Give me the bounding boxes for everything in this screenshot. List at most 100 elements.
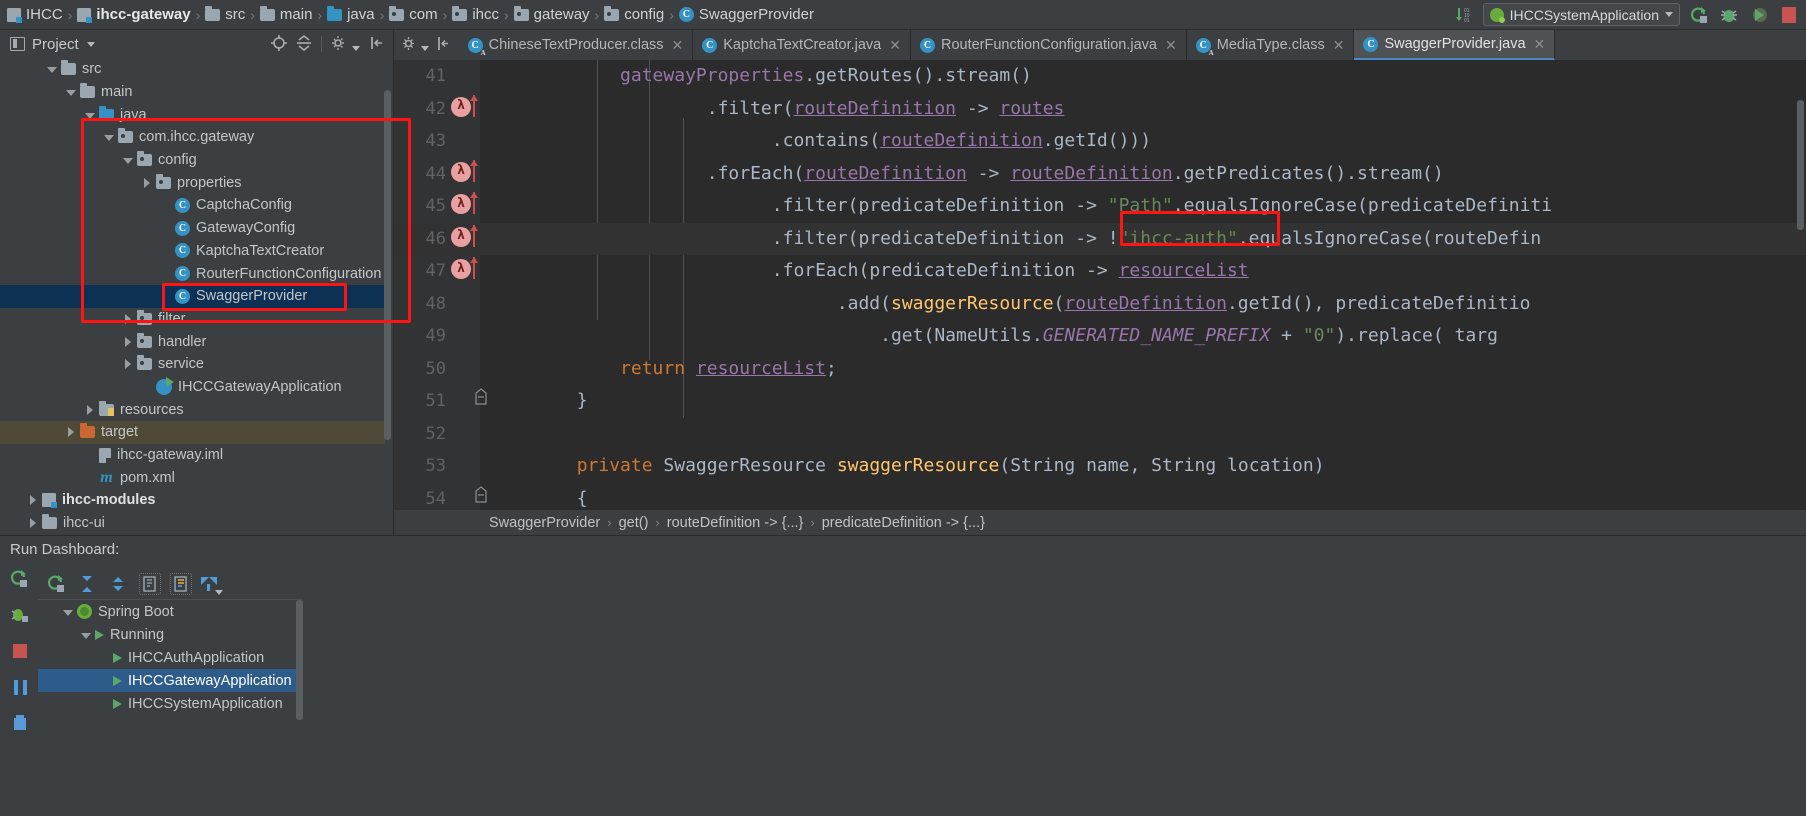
editor-breadcrumb-item[interactable]: routeDefinition -> {...}: [667, 515, 804, 531]
close-icon[interactable]: ✕: [889, 37, 901, 54]
stop-icon[interactable]: [9, 640, 31, 662]
hide-icon[interactable]: [436, 36, 451, 54]
editor-breadcrumb-item[interactable]: predicateDefinition -> {...}: [822, 515, 985, 531]
stop-icon[interactable]: [1778, 4, 1800, 26]
code-fold-icon[interactable]: [474, 483, 490, 503]
breadcrumb-item-config[interactable]: config: [601, 0, 667, 30]
code-line[interactable]: 53 private SwaggerResource swaggerResour…: [394, 450, 1806, 483]
code-line[interactable]: 42 λ .filter(routeDefinition -> routes: [394, 93, 1806, 126]
chevron-right-icon[interactable]: [122, 358, 134, 370]
run-dashboard-node-spring-boot[interactable]: Spring Boot: [38, 600, 303, 623]
tree-node-kaptchatextcreator[interactable]: C KaptchaTextCreator: [0, 240, 385, 263]
tree-node-ihcc-modules[interactable]: ihcc-modules: [0, 489, 385, 512]
editor-breadcrumb-item[interactable]: SwaggerProvider: [489, 515, 600, 531]
tree-node-handler[interactable]: handler: [0, 330, 385, 353]
tree-node-resources[interactable]: resources: [0, 398, 385, 421]
tree-node-ihccgatewayapplication[interactable]: IHCCGatewayApplication: [0, 376, 385, 399]
tree-node-ihcc-ui[interactable]: ihcc-ui: [0, 512, 385, 535]
chevron-down-icon[interactable]: [46, 63, 58, 75]
tree-node-filter[interactable]: filter: [0, 308, 385, 331]
tree-node-gatewayconfig[interactable]: C GatewayConfig: [0, 217, 385, 240]
tree-node-ihcc-gateway-iml[interactable]: ihcc-gateway.iml: [0, 444, 385, 467]
breadcrumb-item-ihcc[interactable]: IHCC: [4, 0, 66, 30]
lambda-gutter-icon[interactable]: λ: [451, 159, 478, 186]
code-line[interactable]: 41 gatewayProperties.getRoutes().stream(…: [394, 60, 1806, 93]
collapse-all-icon[interactable]: [108, 573, 130, 595]
filter-icon[interactable]: [201, 573, 223, 595]
editor-breadcrumb-item[interactable]: get(): [619, 515, 649, 531]
code-fold-icon[interactable]: [474, 385, 490, 405]
chevron-down-icon[interactable]: [62, 606, 74, 618]
breadcrumb-item-java[interactable]: java: [324, 0, 378, 30]
trash-icon[interactable]: [9, 712, 31, 734]
chevron-down-icon[interactable]: [80, 629, 92, 641]
chevron-down-icon[interactable]: [84, 109, 96, 121]
editor-tab-chinesetextproducer-class[interactable]: CChineseTextProducer.class ✕: [459, 30, 694, 60]
show-output-icon[interactable]: [170, 572, 192, 595]
code-line[interactable]: 52: [394, 418, 1806, 451]
chevron-right-icon[interactable]: [27, 494, 39, 506]
breadcrumb-item-com[interactable]: com: [386, 0, 440, 30]
hide-icon[interactable]: [369, 35, 385, 54]
run-coverage-icon[interactable]: [1748, 4, 1770, 26]
run-configuration-selector[interactable]: IHCCSystemApplication: [1482, 3, 1680, 26]
chevron-down-icon[interactable]: [122, 154, 134, 166]
lambda-gutter-icon[interactable]: λ: [451, 94, 478, 121]
editor-breadcrumb[interactable]: SwaggerProvider › get() › routeDefinition ->…: [394, 510, 1806, 535]
editor-tab-mediatype-class[interactable]: CMediaType.class ✕: [1187, 30, 1355, 60]
project-tree-scrollbar[interactable]: [384, 90, 391, 440]
settings-icon[interactable]: [402, 36, 429, 54]
tree-node-src[interactable]: src: [0, 58, 385, 81]
code-line[interactable]: 46 λ .filter(predicateDefinition -> !"ihc…: [394, 222, 1806, 255]
settings-icon[interactable]: [331, 35, 360, 54]
breadcrumb-item-main[interactable]: main: [257, 0, 316, 30]
close-icon[interactable]: ✕: [1534, 36, 1546, 53]
show-console-icon[interactable]: [139, 572, 161, 595]
chevron-down-icon[interactable]: [65, 86, 77, 98]
tree-node-routerfunctionconfiguration[interactable]: C RouterFunctionConfiguration: [0, 262, 385, 285]
close-icon[interactable]: ✕: [1165, 37, 1177, 54]
project-tree[interactable]: src main java com.ihcc.gateway config propert…: [0, 58, 385, 535]
close-icon[interactable]: ✕: [1333, 37, 1345, 54]
code-line[interactable]: 50 return resourceList;: [394, 353, 1806, 386]
code-line[interactable]: 43 .contains(routeDefinition.getId())): [394, 125, 1806, 158]
breadcrumb-item-src[interactable]: src: [202, 0, 248, 30]
chevron-down-icon[interactable]: [103, 131, 115, 143]
code-line[interactable]: 45 λ .filter(predicateDefinition -> "Path…: [394, 190, 1806, 223]
editor-vertical-scrollbar[interactable]: [1797, 100, 1804, 230]
editor-tab-routerfunctionconfiguration-java[interactable]: C RouterFunctionConfiguration.java ✕: [911, 30, 1187, 60]
sort-numeric-icon[interactable]: 01 10 01: [1453, 4, 1475, 26]
tree-node-properties[interactable]: properties: [0, 171, 385, 194]
chevron-down-icon[interactable]: [86, 41, 95, 47]
run-dashboard-node-ihccsystemapplication[interactable]: IHCCSystemApplication: [38, 692, 303, 715]
tree-node-service[interactable]: service: [0, 353, 385, 376]
chevron-right-icon[interactable]: [27, 517, 39, 529]
code-line[interactable]: 44 λ .forEach(routeDefinition -> routeDef…: [394, 158, 1806, 191]
code-lines[interactable]: 41 gatewayProperties.getRoutes().stream(…: [394, 60, 1806, 535]
run-dashboard-node-ihccgatewayapplication[interactable]: IHCCGatewayApplication: [38, 669, 303, 692]
lambda-gutter-icon[interactable]: λ: [451, 224, 478, 251]
run-dashboard-node-running[interactable]: Running: [38, 623, 303, 646]
close-icon[interactable]: ✕: [672, 37, 684, 54]
tree-node-swaggerprovider[interactable]: C SwaggerProvider: [0, 284, 385, 308]
run-dashboard-tree[interactable]: Spring Boot Running IHCCAuthApplication IHC…: [38, 600, 303, 816]
chevron-right-icon[interactable]: [65, 426, 77, 438]
code-line[interactable]: 51 }: [394, 385, 1806, 418]
collapse-all-icon[interactable]: [296, 34, 312, 54]
debug-icon[interactable]: [9, 604, 31, 626]
editor-tab-kaptchatextcreator-java[interactable]: C KaptchaTextCreator.java ✕: [693, 30, 911, 60]
debug-icon[interactable]: [1718, 4, 1740, 26]
rerun-icon[interactable]: [9, 568, 31, 590]
tree-node-captchaconfig[interactable]: C CaptchaConfig: [0, 194, 385, 217]
expand-all-icon[interactable]: [77, 573, 99, 595]
tree-node-config[interactable]: config: [0, 149, 385, 172]
tree-node-java[interactable]: java: [0, 103, 385, 126]
code-line[interactable]: 48 .add(swaggerResource(routeDefinition.…: [394, 288, 1806, 321]
breadcrumb-item-gateway[interactable]: gateway: [511, 0, 593, 30]
editor-tab-swaggerprovider-java[interactable]: C SwaggerProvider.java ✕: [1354, 30, 1556, 60]
lambda-gutter-icon[interactable]: λ: [451, 192, 478, 218]
breadcrumb-item-swaggerprovider[interactable]: C SwaggerProvider: [676, 0, 817, 30]
code-line[interactable]: 47 λ .forEach(predicateDefinition -> reso…: [394, 255, 1806, 288]
breadcrumb-item-ihcc-gateway[interactable]: ihcc-gateway: [74, 0, 193, 30]
tree-node-com-ihcc-gateway[interactable]: com.ihcc.gateway: [0, 126, 385, 149]
